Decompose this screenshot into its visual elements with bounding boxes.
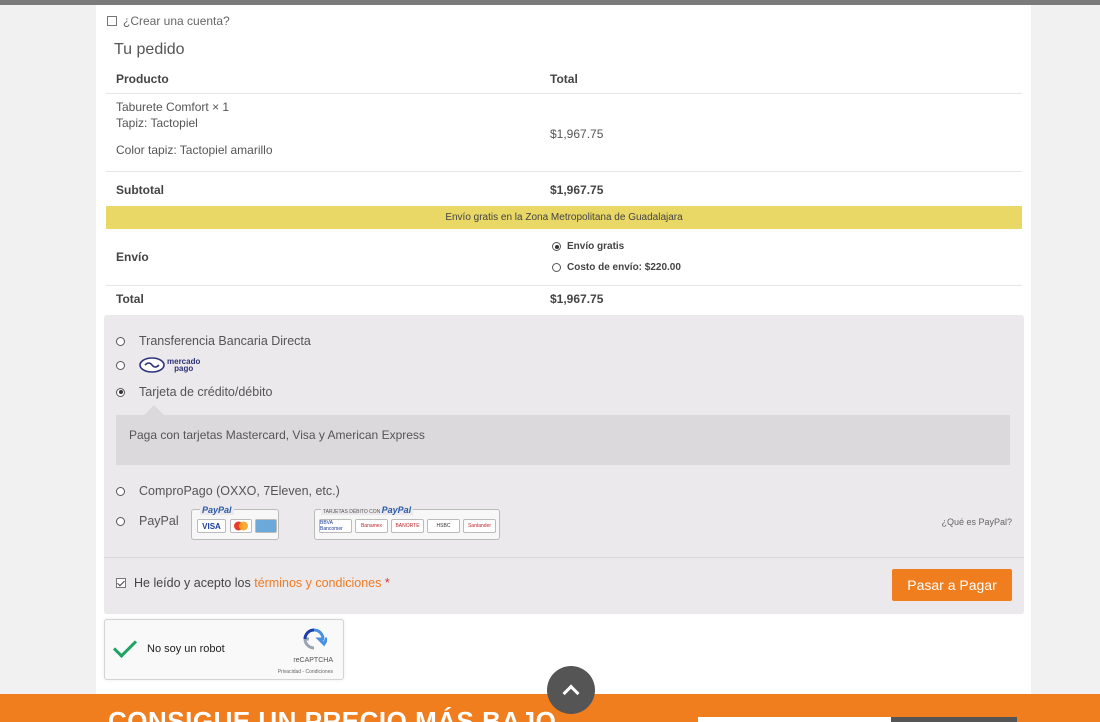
subtotal-value: $1,967.75 [550, 183, 604, 197]
paypal-debit-logo: TARJETAS DÉBITO CON PayPal BBVA Bancomer… [314, 505, 500, 540]
terms-checkbox[interactable] [116, 578, 126, 588]
mastercard-circles-icon [234, 521, 248, 531]
card-description: Paga con tarjetas Mastercard, Visa y Ame… [116, 405, 1010, 465]
scroll-to-top-button[interactable] [547, 666, 595, 714]
handshake-icon [139, 357, 165, 373]
shipping-label: Envío [116, 250, 149, 264]
mercado-pago-radio[interactable] [116, 360, 125, 370]
payment-option-card[interactable]: Tarjeta de crédito/débito [116, 385, 272, 399]
item-tapiz: Tapiz: Tactopiel [116, 116, 198, 130]
pay-button[interactable]: Pasar a Pagar [892, 569, 1012, 601]
recaptcha-links[interactable]: Privacidad - Condiciones [278, 669, 333, 675]
bank-banorte-logo: BANORTE [391, 519, 424, 533]
payment-option-mercado-pago[interactable]: mercado pago [116, 357, 200, 373]
payment-option-bank-transfer[interactable]: Transferencia Bancaria Directa [116, 334, 311, 348]
divider [104, 557, 1024, 558]
shipping-option-label: Costo de envío: $220.00 [567, 262, 681, 273]
terms-acceptance[interactable]: He leído y acepto los términos y condici… [116, 576, 390, 590]
recaptcha-brand: reCAPTCHA [293, 657, 333, 664]
create-account-option[interactable]: ¿Crear una cuenta? [107, 14, 230, 28]
captcha-label: No soy un robot [147, 643, 225, 655]
free-shipping-banner: Envío gratis en la Zona Metropolitana de… [106, 206, 1022, 229]
payment-option-label: ComproPago (OXXO, 7Eleven, etc.) [139, 484, 340, 498]
terms-prefix: He leído y acepto los [134, 576, 255, 590]
item-name-line: Taburete Comfort × 1 [116, 100, 229, 114]
payment-option-label: Transferencia Bancaria Directa [139, 334, 311, 348]
bank-hsbc-logo: HSBC [427, 519, 460, 533]
order-item-row: Taburete Comfort × 1 Tapiz: Tactopiel Co… [106, 100, 1022, 170]
terms-link[interactable]: términos y condiciones [254, 576, 381, 590]
mastercard-icon [230, 519, 252, 533]
total-column-header: Total [550, 72, 578, 86]
total-label: Total [116, 292, 144, 306]
chevron-up-icon [562, 684, 580, 702]
create-account-label: ¿Crear una cuenta? [123, 14, 230, 28]
subtotal-label: Subtotal [116, 183, 164, 197]
payment-option-label: PayPal [139, 514, 179, 528]
recaptcha-logo-icon [303, 628, 327, 650]
payment-option-compropago[interactable]: ComproPago (OXXO, 7Eleven, etc.) [116, 484, 340, 498]
mp-text-2: pago [174, 364, 194, 373]
divider [106, 93, 1022, 94]
paypal-cards-logo: PayPal VISA [191, 505, 279, 540]
mercado-pago-wordmark: mercado pago [167, 358, 200, 373]
footer-submit-button[interactable] [891, 717, 1017, 722]
paypal-logo-text: PayPal [200, 505, 234, 515]
item-quantity: × 1 [212, 100, 230, 114]
bank-bbva-logo: BBVA Bancomer [319, 519, 352, 533]
required-marker: * [384, 576, 390, 590]
total-value: $1,967.75 [550, 292, 604, 306]
paypal-debit-title: TARJETAS DÉBITO CON PayPal [321, 505, 414, 515]
create-account-checkbox[interactable] [107, 16, 117, 26]
card-radio[interactable] [116, 387, 125, 397]
product-column-header: Producto [116, 72, 169, 86]
shipping-option-label: Envío gratis [567, 241, 625, 252]
bank-santander-logo: Santander [463, 519, 496, 533]
recaptcha-widget[interactable]: No soy un robot reCAPTCHA Privacidad - C… [104, 619, 344, 680]
payment-option-label: Tarjeta de crédito/débito [139, 385, 273, 399]
amex-icon [255, 519, 277, 533]
shipping-cost-radio[interactable] [552, 263, 561, 272]
footer-email-input[interactable] [698, 717, 892, 722]
payment-option-paypal[interactable]: PayPal [116, 514, 179, 528]
bank-banamex-logo: Banamex [355, 519, 388, 533]
divider [106, 285, 1022, 286]
mercado-pago-logo: mercado pago [139, 357, 200, 373]
shipping-option-free[interactable]: Envío gratis [552, 241, 624, 252]
debit-paypal-text: PayPal [381, 505, 412, 515]
compropago-radio[interactable] [116, 486, 125, 496]
visa-icon: VISA [197, 519, 226, 533]
bank-transfer-radio[interactable] [116, 336, 125, 346]
divider [106, 171, 1022, 172]
payment-methods-box: Transferencia Bancaria Directa mercado p… [104, 315, 1024, 614]
footer-title: CONSIGUE UN PRECIO MÁS BAJO [108, 706, 557, 722]
item-name: Taburete Comfort [116, 100, 209, 114]
item-total: $1,967.75 [550, 127, 604, 141]
shipping-free-radio[interactable] [552, 242, 561, 251]
captcha-check-icon[interactable] [112, 633, 138, 659]
shipping-option-cost[interactable]: Costo de envío: $220.00 [552, 262, 681, 273]
what-is-paypal-link[interactable]: ¿Qué es PayPal? [941, 517, 1012, 527]
debit-title-text: TARJETAS DÉBITO CON [323, 509, 381, 515]
order-title: Tu pedido [114, 41, 185, 58]
item-color-tapiz: Color tapiz: Tactopiel amarillo [116, 143, 273, 157]
terms-text: He leído y acepto los términos y condici… [134, 576, 390, 590]
paypal-radio[interactable] [116, 516, 125, 526]
checkout-panel: ¿Crear una cuenta? Tu pedido Producto To… [96, 5, 1031, 695]
